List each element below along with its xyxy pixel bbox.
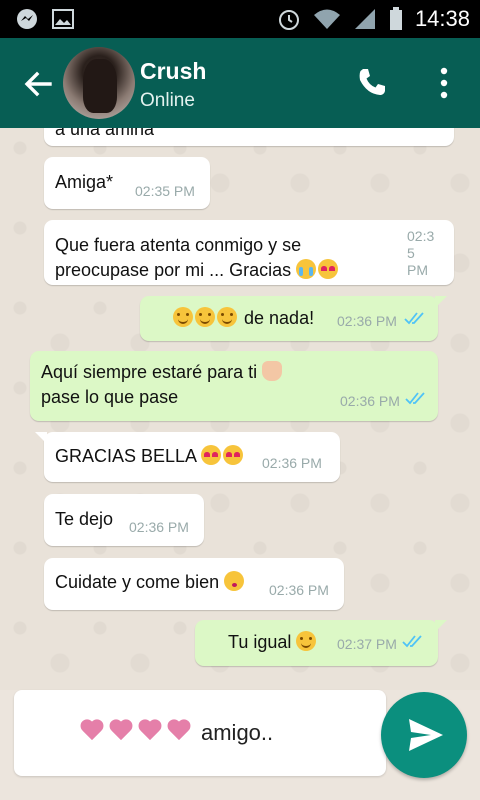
message-text-line: Que fuera atenta conmigo y se	[55, 235, 302, 255]
message-time: PM	[408, 128, 429, 130]
message-text-line: Aquí siempre estaré para ti	[41, 362, 258, 382]
message-time: 02:36 PM	[340, 393, 400, 409]
alarm-icon	[278, 10, 299, 30]
read-ticks-icon	[405, 392, 425, 405]
message-input-text[interactable]: amigo..	[79, 720, 273, 748]
send-button[interactable]	[381, 692, 467, 778]
message-time: 02:36 PM	[337, 313, 397, 329]
message-bubble-incoming[interactable]: Te dejo 02:36 PM	[44, 494, 204, 546]
kissing-emoji-icon	[224, 571, 245, 591]
read-ticks-icon	[404, 312, 424, 325]
wifi-icon	[313, 9, 340, 29]
heart-eyes-emoji-icon	[223, 445, 244, 465]
more-vert-icon[interactable]	[432, 66, 456, 100]
message-bubble-outgoing[interactable]: de nada! 02:36 PM	[140, 296, 447, 341]
message-text: Amiga*	[55, 172, 114, 192]
message-time: 02:36 PM	[269, 582, 329, 598]
status-bar: 14:38	[0, 0, 480, 38]
message-text-line: preocupase por mi ... Gracias	[55, 260, 292, 280]
message-bubble-incoming[interactable]: Cuidate y come bien 02:36 PM	[44, 558, 344, 610]
message-text: a una amiña	[55, 128, 155, 139]
raised-hand-emoji-icon	[262, 361, 283, 381]
message-text: Tu igual	[228, 632, 292, 652]
smiling-emoji-icon	[217, 307, 237, 327]
signal-icon	[354, 9, 375, 29]
message-time: 02:36 PM	[129, 519, 189, 535]
message-bubble-incoming[interactable]: Amiga* 02:35 PM	[44, 157, 210, 209]
broken-heart-icon	[137, 720, 163, 742]
message-bubble-outgoing[interactable]: Tu igual 02:37 PM	[195, 620, 447, 666]
broken-heart-icon	[79, 720, 105, 742]
battery-icon	[389, 7, 402, 30]
message-input[interactable]: amigo..	[14, 690, 386, 776]
message-time: 02:3 5 PM	[407, 228, 435, 278]
chat-header: Crush Online	[0, 38, 480, 128]
message-list[interactable]: a una amiña PM Amiga* 02:35 PM Que fuera…	[0, 128, 480, 690]
message-time: 02:37 PM	[337, 636, 397, 652]
avatar[interactable]	[63, 47, 135, 119]
broken-heart-emoji-group	[79, 720, 195, 748]
clock: 14:38	[414, 6, 470, 31]
message-text: de nada!	[244, 308, 315, 328]
messenger-icon	[17, 9, 37, 29]
message-bubble-incoming[interactable]: a una amiña PM	[44, 128, 454, 146]
read-ticks-icon	[402, 635, 422, 648]
draft-text: amigo..	[201, 720, 274, 745]
phone-icon[interactable]	[356, 66, 388, 98]
smiling-emoji-icon	[195, 307, 215, 327]
message-bubble-outgoing[interactable]: Aquí siempre estaré para ti pase lo que …	[30, 351, 438, 421]
broken-heart-icon	[108, 720, 134, 742]
back-arrow-icon[interactable]	[22, 68, 54, 100]
contact-status: Online	[140, 90, 195, 111]
message-bubble-incoming[interactable]: GRACIAS BELLA 02:36 PM	[35, 432, 340, 482]
message-text: GRACIAS BELLA	[55, 446, 197, 466]
smiling-emoji-icon	[296, 631, 317, 651]
smiling-emoji-icon	[173, 307, 193, 327]
message-time: 02:35 PM	[135, 183, 195, 199]
send-icon	[409, 719, 443, 751]
contact-name[interactable]: Crush	[140, 58, 206, 85]
crying-emoji-icon	[296, 259, 317, 279]
message-time: 02:36 PM	[262, 455, 322, 471]
message-text: Te dejo	[55, 509, 114, 529]
image-icon	[52, 9, 74, 29]
message-bubble-incoming[interactable]: Que fuera atenta conmigo y se preocupase…	[44, 220, 454, 285]
broken-heart-icon	[166, 720, 192, 742]
heart-eyes-emoji-icon	[318, 259, 339, 279]
message-text: Cuidate y come bien	[55, 572, 220, 592]
heart-eyes-emoji-icon	[201, 445, 222, 465]
message-text-line: pase lo que pase	[41, 387, 179, 407]
